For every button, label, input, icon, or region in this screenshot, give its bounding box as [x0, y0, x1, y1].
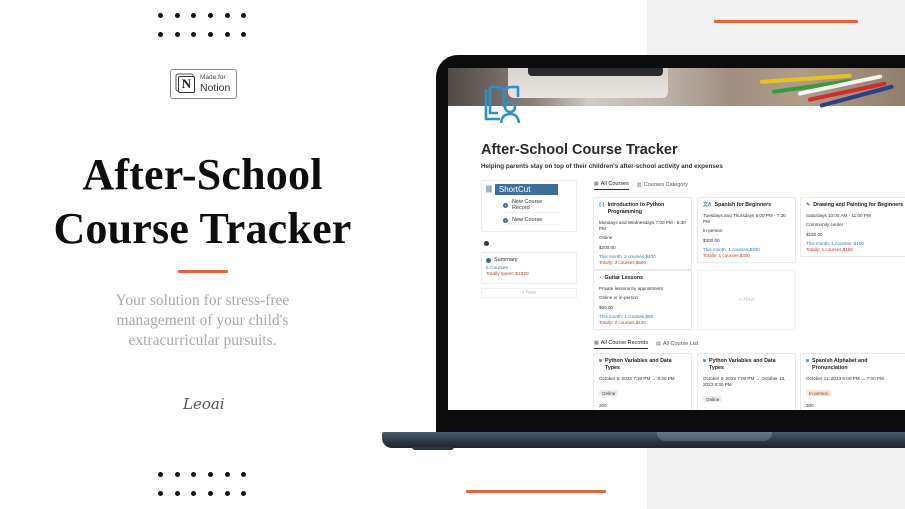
- mode-tag: In-person: [806, 390, 832, 396]
- badge-small-text: Made for: [200, 74, 226, 81]
- library-icon: |||: [486, 186, 492, 193]
- new-course-card-button[interactable]: + New: [697, 270, 796, 330]
- board-icon: ▥: [636, 181, 642, 188]
- course-card[interactable]: ✎ Drawing and Painting for Beginners Satu…: [800, 197, 905, 257]
- made-for-notion-badge: N Made for Notion: [170, 69, 237, 99]
- course-card[interactable]: {-} Introduction to Python Programming Mo…: [593, 197, 692, 270]
- mode-tag: Online: [599, 390, 619, 396]
- dot-pattern-top: [158, 13, 247, 37]
- plus-circle-icon: +: [503, 202, 508, 208]
- shortcut-title: ShortCut: [494, 184, 558, 195]
- tab-all-course-records[interactable]: ▦ All Course Records: [594, 340, 649, 349]
- course-tabs: ▦ All Courses ▥ Courses Category: [594, 181, 688, 190]
- summary-icon: [486, 257, 491, 263]
- gallery-icon: ▦: [594, 181, 599, 187]
- hero-subtitle: Your solution for stress-free management…: [115, 292, 290, 349]
- dot-pattern-bottom: [158, 472, 247, 496]
- record-card[interactable]: ◙ Spanish Alphabet and Pronunciation Octo…: [800, 353, 905, 410]
- summary-total: Totally spent: $1020: [486, 272, 529, 277]
- view-toggle[interactable]: ⌄: [484, 240, 577, 246]
- tab-all-courses[interactable]: ▦ All Courses: [594, 181, 629, 190]
- record-tabs: ▦ All Course Records ▤ All Course List: [594, 340, 698, 349]
- laptop-chin: [448, 410, 905, 432]
- new-course-button[interactable]: + New Course: [503, 216, 561, 225]
- view-icon: [484, 240, 489, 246]
- laptop-hinge-notch: [657, 432, 772, 441]
- calendar-icon: ▤: [656, 340, 661, 347]
- badge-big-text: Notion: [200, 81, 231, 94]
- summary-card[interactable]: Summary 5 Courses Totally spent: $1020: [481, 252, 577, 284]
- brush-icon: ✎: [806, 202, 811, 208]
- new-summary-button[interactable]: + New: [481, 288, 577, 298]
- gallery-icon: ▦: [594, 340, 599, 346]
- accent-line-top-right: [714, 20, 858, 23]
- laptop-base: [382, 432, 905, 448]
- page-description: Helping parents stay on top of their chi…: [481, 163, 723, 170]
- new-course-record-button[interactable]: + New Course Record: [503, 198, 561, 213]
- page-title: After-School Course Tracker: [481, 142, 678, 158]
- course-card[interactable]: ♪ Guitar Lessons Private lessons by appoi…: [593, 270, 692, 330]
- laptop-screen: After-School Course Tracker Helping pare…: [448, 68, 905, 410]
- summary-count: 5 Courses: [486, 266, 508, 271]
- book-person-icon: [482, 83, 528, 132]
- shortcut-panel: ||| ShortCut + New Course Record + New C…: [481, 180, 577, 232]
- record-card[interactable]: ◙ Python Variables and Data Types October…: [593, 353, 692, 410]
- laptop-foot: [412, 447, 454, 450]
- accent-line-bottom: [466, 490, 606, 493]
- left-column: ||| ShortCut + New Course Record + New C…: [481, 180, 577, 298]
- laptop-camera-notch: [686, 55, 750, 68]
- plus-circle-icon: +: [503, 217, 508, 223]
- record-card[interactable]: ◙ Python Variables and Data Types October…: [697, 353, 796, 410]
- translate-icon: 文A: [703, 202, 712, 208]
- course-card[interactable]: 文A Spanish for Beginners Tuesdays and Thu…: [697, 197, 796, 263]
- title-underline: [178, 270, 228, 273]
- tab-courses-category[interactable]: ▥ Courses Category: [637, 181, 688, 190]
- record-icon: ◙: [599, 358, 603, 364]
- record-icon: ◙: [806, 358, 810, 364]
- code-icon: {-}: [599, 202, 605, 208]
- mode-tag: Online: [703, 396, 723, 402]
- guitar-icon: ♪: [599, 275, 602, 281]
- tab-all-course-list[interactable]: ▤ All Course List: [656, 340, 698, 349]
- notion-logo-icon: N: [178, 75, 195, 93]
- signature: Leoai: [183, 395, 225, 413]
- record-icon: ◙: [703, 358, 707, 364]
- chevron-down-icon: ⌄: [492, 240, 497, 246]
- hero-title: After-School Course Tracker: [53, 150, 352, 253]
